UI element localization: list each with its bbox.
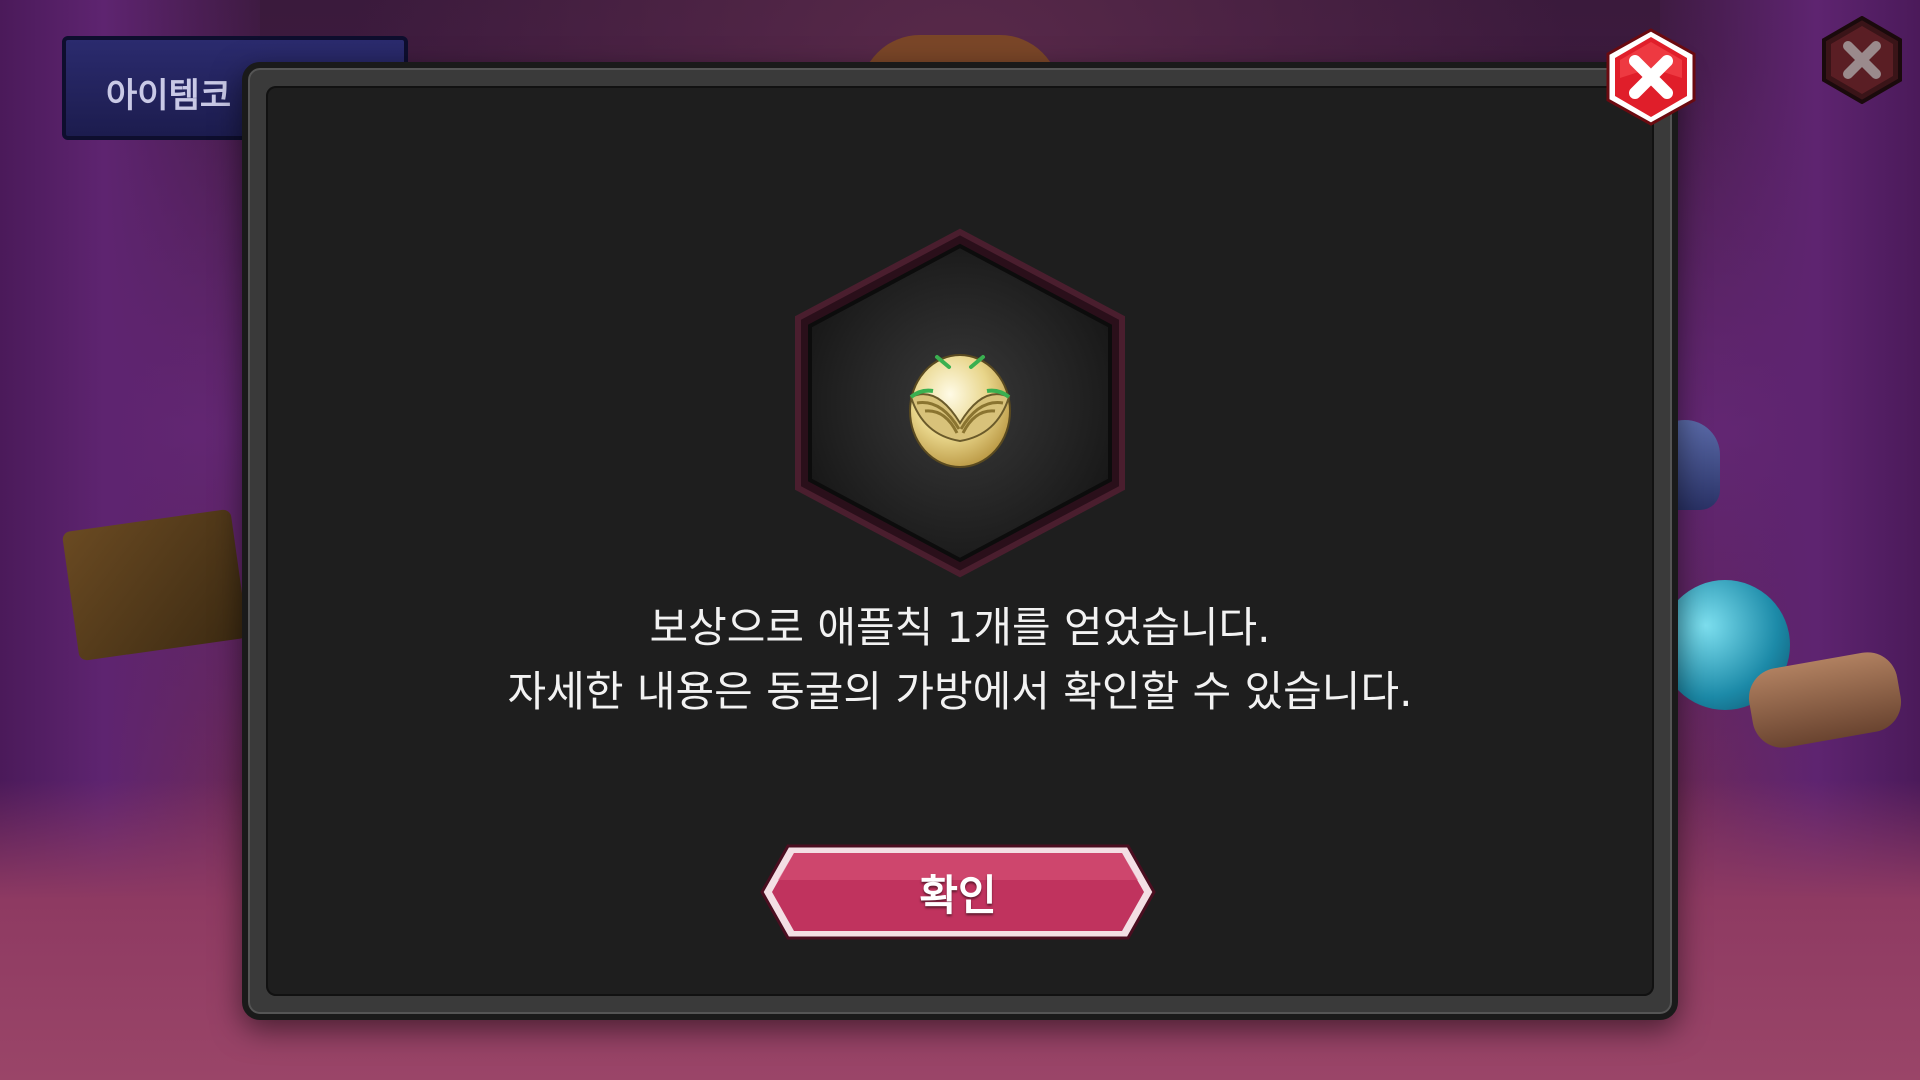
book-decoration (61, 508, 249, 662)
confirm-button-label: 확인 (919, 870, 997, 920)
winged-egg-icon (909, 354, 1011, 468)
background-close-button[interactable] (1818, 15, 1906, 105)
close-icon (1606, 28, 1696, 126)
confirm-button[interactable]: 확인 (758, 842, 1158, 942)
reward-message-line-2: 자세한 내용은 동굴의 가방에서 확인할 수 있습니다. (507, 667, 1413, 716)
game-screen: 아이템코 보상으로 애플칙 1개를 얻었습니다. 자세한 내용은 동굴의 가방에… (0, 0, 1920, 1080)
reward-message-line-1: 보상으로 애플칙 1개를 얻었습니다. (649, 603, 1271, 652)
item-code-tab-label: 아이템코 (106, 76, 232, 116)
close-icon (1822, 15, 1902, 105)
reward-message: 보상으로 애플칙 1개를 얻었습니다. 자세한 내용은 동굴의 가방에서 확인할… (242, 596, 1678, 724)
dialog-close-button[interactable] (1602, 28, 1700, 126)
